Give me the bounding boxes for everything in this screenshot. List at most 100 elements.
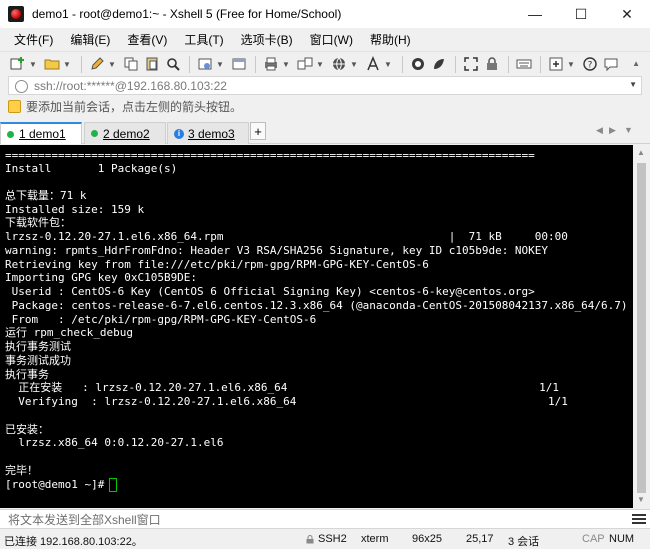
window-title: demo1 - root@demo1:~ - Xshell 5 (Free fo…: [32, 7, 342, 21]
address-bar[interactable]: ssh://root:******@192.168.80.103:22 ▼: [8, 76, 642, 95]
menu-view[interactable]: 查看(V): [127, 31, 167, 48]
font-icon[interactable]: [363, 55, 382, 74]
chevron-down-icon[interactable]: ▼: [29, 60, 37, 69]
tab-label: 3 demo3: [188, 126, 235, 141]
status-bar: 已连接 192.168.80.103:22。 SSH2 xterm 96x25 …: [0, 530, 650, 549]
terminal-type-status: xterm: [361, 533, 389, 545]
title-bar: demo1 - root@demo1:~ - Xshell 5 (Free fo…: [0, 0, 650, 28]
add-tab-button[interactable]: +: [250, 122, 266, 140]
chevron-down-icon[interactable]: ▼: [350, 60, 358, 69]
xagent-icon[interactable]: [429, 55, 448, 74]
terminal-prompt: [root@demo1 ~]#: [5, 478, 111, 491]
chat-icon[interactable]: [601, 55, 620, 74]
chevron-down-icon[interactable]: ▼: [108, 60, 116, 69]
tab-label: 2 demo2: [103, 126, 150, 141]
chevron-down-icon[interactable]: ▼: [216, 60, 224, 69]
scroll-down-icon[interactable]: ▼: [637, 495, 645, 504]
toolbar-divider: [508, 55, 509, 73]
lock-icon[interactable]: [482, 55, 501, 74]
find-icon[interactable]: [163, 55, 182, 74]
menu-help[interactable]: 帮助(H): [370, 31, 411, 48]
compose-icon[interactable]: [546, 55, 565, 74]
terminal-line: 执行事务: [5, 368, 49, 381]
xshell-app-icon: [8, 6, 24, 22]
terminal-line: warning: rpmts_HdrFromFdno: Header V3 RS…: [5, 244, 549, 257]
settings-icon[interactable]: [195, 55, 214, 74]
maximize-button[interactable]: ☐: [558, 0, 604, 28]
add-session-arrow-icon[interactable]: [8, 99, 21, 113]
chevron-down-icon[interactable]: ▼: [316, 60, 324, 69]
terminal-line: Install 1 Package(s): [5, 162, 178, 175]
tab-next-icon[interactable]: ▶: [609, 125, 616, 136]
toolbar-divider: [255, 55, 256, 73]
toolbar: ▼ ▼ ▼ ▼ ▼ ▼ ▼ ▼ ▼ ? ▲: [0, 51, 650, 76]
terminal-line: Retrieving key from file:///etc/pki/rpm-…: [5, 258, 429, 271]
menu-tabs[interactable]: 选项卡(B): [241, 31, 293, 48]
terminal-line: 正在安装 : lrzsz-0.12.20-27.1.el6.x86_64 1/1: [5, 381, 559, 394]
tab-label: 1 demo1: [19, 127, 66, 141]
terminal-scrollbar[interactable]: ▲ ▼: [633, 145, 650, 508]
terminal-line: Installed size: 159 k: [5, 203, 145, 216]
terminal[interactable]: ========================================…: [0, 145, 633, 508]
close-button[interactable]: ✕: [604, 0, 650, 28]
terminal-line: From : /etc/pki/rpm-gpg/RPM-GPG-KEY-Cent…: [5, 313, 317, 326]
terminal-line: 运行 rpm_check_debug: [5, 326, 133, 339]
toolbar-overflow-icon[interactable]: ▲: [632, 59, 640, 68]
menu-file[interactable]: 文件(F): [14, 31, 53, 48]
tab-demo1[interactable]: 1 demo1: [0, 122, 82, 144]
pencil-icon[interactable]: [87, 55, 106, 74]
copy-icon[interactable]: [121, 55, 140, 74]
ssh-lock-icon: [306, 535, 314, 544]
scrollbar-thumb[interactable]: [637, 163, 646, 493]
help-icon[interactable]: ?: [580, 55, 599, 74]
new-session-icon[interactable]: [8, 55, 27, 74]
svg-text:?: ?: [587, 61, 592, 71]
menu-window[interactable]: 窗口(W): [310, 31, 353, 48]
compose-input[interactable]: 将文本发送到全部Xshell窗口: [8, 511, 161, 528]
folder-icon[interactable]: [42, 55, 61, 74]
xftp-icon[interactable]: [408, 55, 427, 74]
minimize-button[interactable]: —: [512, 0, 558, 28]
info-icon: i: [174, 128, 184, 139]
scroll-up-icon[interactable]: ▲: [637, 148, 645, 157]
transfer-icon[interactable]: [295, 55, 314, 74]
chevron-down-icon[interactable]: ▼: [384, 60, 392, 69]
terminal-line: 执行事务测试: [5, 340, 71, 353]
compose-bar[interactable]: 将文本发送到全部Xshell窗口: [0, 509, 650, 529]
fullscreen-icon[interactable]: [461, 55, 480, 74]
menu-edit[interactable]: 编辑(E): [70, 31, 110, 48]
terminal-line: 事务测试成功: [5, 354, 71, 367]
toolbar-divider: [402, 55, 403, 73]
connection-status: 已连接 192.168.80.103:22。: [4, 536, 143, 548]
connected-status-icon: [91, 130, 98, 137]
address-input[interactable]: ssh://root:******@192.168.80.103:22: [34, 79, 227, 93]
globe-icon[interactable]: [329, 55, 348, 74]
chevron-down-icon[interactable]: ▼: [282, 60, 290, 69]
paste-icon[interactable]: [142, 55, 161, 74]
toolbar-divider: [81, 55, 82, 73]
tab-list-icon[interactable]: ▼: [624, 125, 633, 135]
window-icon[interactable]: [229, 55, 248, 74]
menu-icon[interactable]: [632, 512, 646, 526]
terminal-line: lrzsz.x86_64 0:0.12.20-27.1.el6: [5, 436, 224, 449]
tab-demo2[interactable]: 2 demo2: [84, 122, 166, 144]
terminal-line: lrzsz-0.12.20-27.1.el6.x86_64.rpm | 71 k…: [5, 230, 568, 243]
toolbar-divider: [455, 55, 456, 73]
protocol-status: SSH2: [318, 533, 347, 545]
terminal-line: 总下载量：71 k: [5, 189, 87, 202]
toolbar-divider: [189, 55, 190, 73]
caps-lock-indicator: CAP: [582, 533, 605, 545]
terminal-line: 已安装：: [5, 423, 49, 436]
chevron-down-icon[interactable]: ▼: [629, 80, 637, 89]
keyboard-icon[interactable]: [514, 55, 533, 74]
chevron-down-icon[interactable]: ▼: [567, 60, 575, 69]
menu-tools[interactable]: 工具(T): [184, 31, 223, 48]
tab-demo3[interactable]: i 3 demo3: [167, 122, 249, 144]
print-icon[interactable]: [261, 55, 280, 74]
chevron-down-icon[interactable]: ▼: [63, 60, 71, 69]
num-lock-indicator: NUM: [609, 533, 635, 545]
terminal-cursor: [109, 478, 117, 492]
terminal-size-status: 96x25: [412, 533, 442, 545]
tab-prev-icon[interactable]: ◀: [596, 125, 603, 136]
connected-status-icon: [7, 130, 14, 138]
